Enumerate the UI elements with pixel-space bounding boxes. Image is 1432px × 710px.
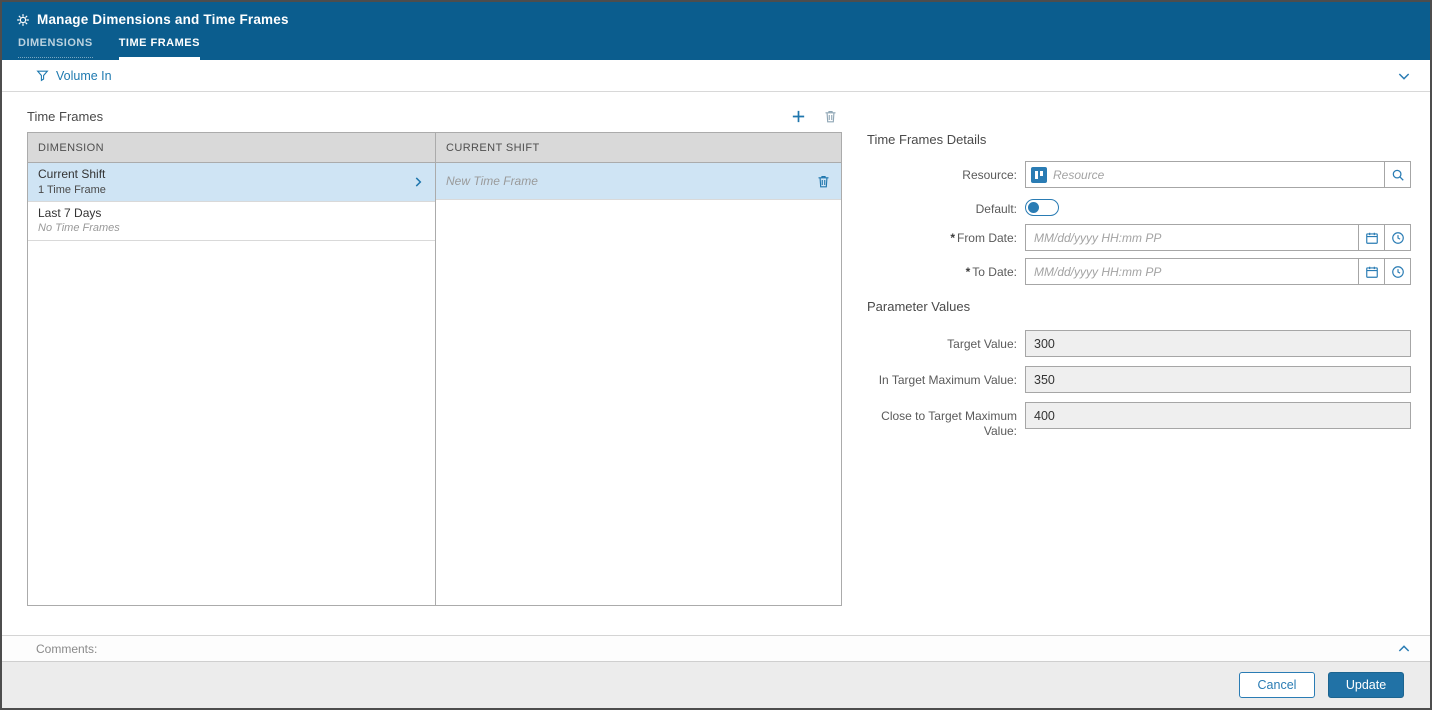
resource-control: [1025, 161, 1411, 188]
dimension-column: DIMENSION Current Shift 1 Time Frame Las…: [28, 133, 436, 605]
dimension-column-header: DIMENSION: [28, 133, 435, 163]
current-shift-column-header: CURRENT SHIFT: [436, 133, 841, 163]
time-frames-pane-header: Time Frames: [27, 108, 842, 125]
target-value-control: [1025, 330, 1411, 357]
resource-row: Resource:: [867, 161, 1411, 188]
chevron-up-icon[interactable]: [1396, 641, 1412, 657]
to-date-row: * To Date:: [867, 258, 1411, 285]
dimension-row-current-shift[interactable]: Current Shift 1 Time Frame: [28, 163, 435, 202]
to-date-input[interactable]: [1025, 258, 1359, 285]
required-marker: *: [950, 231, 955, 245]
to-date-calendar-button[interactable]: [1358, 258, 1385, 285]
dimension-name: Current Shift: [38, 167, 106, 181]
dimension-subtitle: No Time Frames: [38, 222, 120, 235]
in-target-max-label: In Target Maximum Value:: [878, 373, 1017, 387]
parameter-values-title: Parameter Values: [867, 299, 971, 314]
time-frames-title: Time Frames: [27, 109, 104, 124]
to-date-control: [1025, 258, 1411, 285]
tab-time-frames[interactable]: TIME FRAMES: [118, 34, 200, 60]
default-control: [1025, 195, 1411, 216]
from-date-row: * From Date:: [867, 224, 1411, 251]
time-frame-label: New Time Frame: [446, 174, 538, 188]
from-date-calendar-button[interactable]: [1358, 224, 1385, 251]
cancel-button[interactable]: Cancel: [1239, 672, 1315, 698]
target-value-label: Target Value:: [947, 337, 1017, 351]
resource-input[interactable]: [1053, 167, 1379, 182]
chevron-down-icon[interactable]: [1396, 68, 1412, 84]
from-date-label: * From Date:: [867, 224, 1017, 246]
update-button[interactable]: Update: [1328, 672, 1404, 698]
dimension-row-last-7-days[interactable]: Last 7 Days No Time Frames: [28, 201, 435, 241]
title-row: Manage Dimensions and Time Frames: [16, 12, 1416, 27]
comments-label: Comments:: [36, 641, 98, 656]
resource-search-button[interactable]: [1384, 161, 1411, 188]
default-toggle[interactable]: [1025, 199, 1059, 216]
to-date-clock-button[interactable]: [1384, 258, 1411, 285]
details-title: Time Frames Details: [867, 132, 987, 147]
to-date-label: * To Date:: [867, 258, 1017, 280]
toggle-knob: [1028, 202, 1039, 213]
from-date-input[interactable]: [1025, 224, 1359, 251]
time-frames-table: DIMENSION Current Shift 1 Time Frame Las…: [27, 132, 842, 606]
add-time-frame-button[interactable]: [790, 108, 807, 125]
dimension-name: Last 7 Days: [38, 205, 102, 220]
time-frames-actions: [790, 108, 842, 125]
resource-label: Resource:: [962, 168, 1017, 182]
from-date-label-text: From Date:: [956, 231, 1017, 245]
app-header: Manage Dimensions and Time Frames DIMENS…: [2, 2, 1430, 60]
dimension-row-text: Current Shift 1 Time Frame: [38, 167, 106, 197]
from-date-clock-button[interactable]: [1384, 224, 1411, 251]
target-value-input[interactable]: [1025, 330, 1411, 357]
delete-time-frame-button[interactable]: [823, 109, 838, 124]
required-marker: *: [965, 265, 971, 279]
page-title: Manage Dimensions and Time Frames: [37, 12, 289, 27]
close-to-target-max-row: Close to Target Maximum Value:: [867, 402, 1411, 439]
from-date-control: [1025, 224, 1411, 251]
time-frames-details-pane: Time Frames Details Resource: Resource D…: [842, 92, 1430, 635]
footer-bar: Cancel Update: [2, 661, 1430, 708]
filter-label: Volume In: [56, 68, 112, 83]
row-trash-icon-button[interactable]: [816, 174, 831, 189]
resource-icon: [1031, 166, 1047, 183]
close-to-target-max-control: [1025, 402, 1411, 429]
default-label: Default:: [975, 202, 1017, 216]
tab-bar: DIMENSIONS TIME FRAMES: [16, 34, 1416, 60]
funnel-icon: [36, 69, 49, 82]
time-frames-pane: Time Frames DIMENSION Current Shift 1 Ti…: [2, 92, 842, 635]
in-target-max-input[interactable]: [1025, 366, 1411, 393]
chevron-right-icon: [411, 175, 425, 189]
filter-bar[interactable]: Volume In: [2, 60, 1430, 92]
in-target-max-row: In Target Maximum Value:: [867, 366, 1411, 393]
current-shift-column: CURRENT SHIFT New Time Frame: [436, 133, 841, 605]
target-value-row: Target Value:: [867, 330, 1411, 357]
close-to-target-max-label: Close to Target Maximum Value:: [881, 409, 1017, 438]
resource-input-wrapper: [1025, 161, 1385, 188]
to-date-label-text: To Date:: [972, 265, 1017, 279]
gear-icon: [16, 13, 30, 27]
dimension-row-text: Last 7 Days No Time Frames: [38, 206, 120, 236]
close-to-target-max-input[interactable]: [1025, 402, 1411, 429]
tab-dimensions[interactable]: DIMENSIONS: [18, 34, 93, 58]
dimension-subtitle: 1 Time Frame: [38, 183, 106, 196]
main-content: Time Frames DIMENSION Current Shift 1 Ti…: [2, 92, 1430, 635]
manage-dimensions-window: Manage Dimensions and Time Frames DIMENS…: [0, 0, 1432, 710]
time-frame-row-new[interactable]: New Time Frame: [436, 163, 841, 200]
in-target-max-control: [1025, 366, 1411, 393]
default-row: Default:: [867, 195, 1411, 217]
comments-bar[interactable]: Comments:: [2, 635, 1430, 661]
